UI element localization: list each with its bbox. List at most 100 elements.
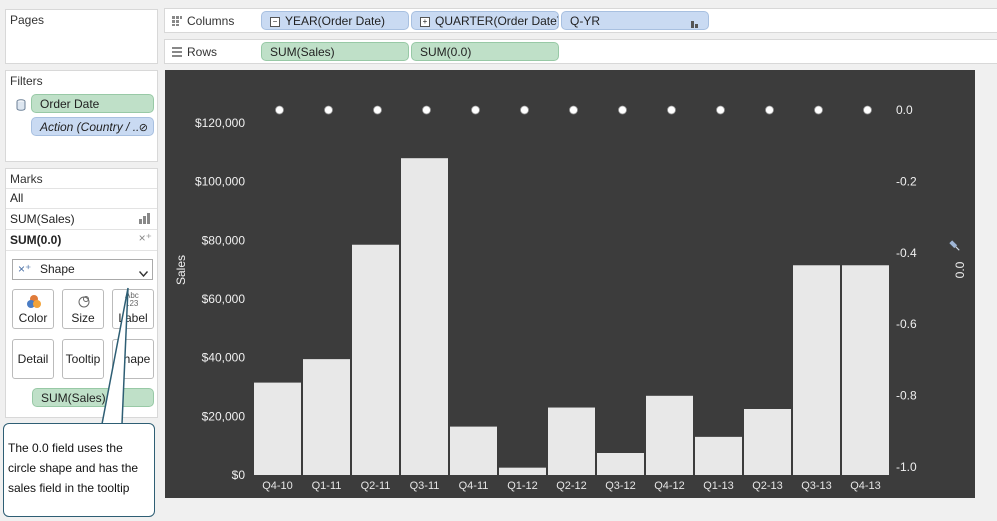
size-icon [77,294,91,311]
sort-icon [691,17,701,29]
shape-button[interactable]: Shape [112,339,154,379]
row-pill-sum-zero[interactable]: SUM(0.0) [411,42,559,61]
zero-series-point-q2-13 [765,105,774,115]
size-button-label: Size [71,311,95,325]
y-tick-label: $60,000 [202,292,246,306]
x-tick-label: Q4-12 [654,480,685,492]
detail-button[interactable]: Detail [12,339,54,379]
y2-tick-label: -0.8 [896,389,917,403]
x-tick-label: Q4-11 [459,480,489,492]
x-tick-label: Q3-13 [801,480,832,492]
column-pill-qyr[interactable]: Q-YR [561,11,709,30]
zero-series-point-q3-13 [814,105,823,115]
bar-q2-12 [548,407,595,475]
column-pill-year-label: YEAR(Order Date) [285,14,386,28]
bar-q2-13 [744,409,791,475]
y-tick-label: $100,000 [195,175,245,189]
label-button-label: Label [118,311,148,325]
column-pill-qyr-label: Q-YR [570,14,600,28]
database-icon [16,99,26,114]
marks-row-sum-zero[interactable]: SUM(0.0) ×⁺ [6,229,157,251]
callout-note: The 0.0 field uses the circle shape and … [3,423,155,517]
y-tick-label: $120,000 [195,116,245,130]
zero-series-point-q3-11 [422,105,431,115]
detail-button-label: Detail [17,352,49,366]
y2-tick-label: -0.4 [896,246,917,260]
bar-q1-12 [499,467,546,475]
link-icon: ⊘ [138,122,148,134]
marks-row-all-label: All [10,191,24,205]
collapse-icon: − [270,16,280,27]
filter-pill-action[interactable]: Action (Country / .. ⊘ [31,117,154,136]
shape-type-icon: ×⁺ [18,262,32,276]
label-icon: Abc 123 [125,291,139,308]
columns-label: Columns [187,14,235,28]
marks-row-sum-sales[interactable]: SUM(Sales) [6,208,157,229]
rows-icon [172,47,182,57]
x-tick-label: Q2-11 [361,480,391,492]
y-tick-label: $40,000 [202,351,246,365]
bar-q3-12 [597,453,644,475]
x-tick-label: Q3-12 [605,480,636,492]
tooltip-button[interactable]: Tooltip [62,339,104,379]
bar-q4-12 [646,395,693,475]
pages-panel: Pages [5,9,158,64]
row-pill-sum-sales[interactable]: SUM(Sales) [261,42,409,61]
marks-panel: Marks All SUM(Sales) SUM(0.0) ×⁺ ×⁺ Shap… [5,168,158,418]
filters-title: Filters [10,74,43,88]
x-tick-label: Q4-10 [262,480,293,492]
tooltip-button-label: Tooltip [65,352,101,366]
marks-row-all[interactable]: All [6,188,157,208]
zero-series-point-q2-11 [373,105,382,115]
color-button-label: Color [18,311,48,325]
marks-title: Marks [10,172,43,186]
filter-pill-action-label: Action (Country / .. [40,120,140,134]
zero-series-point-q1-11 [324,105,333,115]
shape-button-label: Shape [115,352,151,366]
marks-row-sum-zero-label: SUM(0.0) [10,233,62,247]
bar-q4-10 [254,382,301,475]
y2-tick-label: 0.0 [896,103,913,117]
x-tick-label: Q1-11 [312,480,342,492]
pin-icon [949,240,960,251]
size-button[interactable]: Size [62,289,104,329]
mark-type-dropdown[interactable]: ×⁺ Shape [12,259,153,280]
bar-q3-13 [793,265,840,475]
mark-type-value: Shape [40,262,75,276]
rows-shelf: Rows SUM(Sales) SUM(0.0) [164,39,997,64]
tooltip-pill-sum-sales[interactable]: SUM(Sales) [32,388,154,407]
zero-series-point-q2-12 [569,105,578,115]
bar-chart-icon [139,213,151,227]
column-pill-year[interactable]: − YEAR(Order Date) [261,11,409,30]
bar-q4-13 [842,265,889,475]
y2-tick-label: -0.6 [896,317,917,331]
chevron-down-icon [138,266,149,280]
y2-tick-label: -1.0 [896,460,917,474]
pages-title: Pages [10,13,45,27]
y-tick-label: $80,000 [202,233,246,247]
columns-icon [172,16,182,26]
bar-q3-11 [401,158,448,475]
bar-q2-11 [352,244,399,475]
label-button[interactable]: Abc 123 Label [112,289,154,329]
x-tick-label: Q3-11 [410,480,440,492]
callout-text: The 0.0 field uses the circle shape and … [8,441,139,495]
zero-series-point-q1-12 [520,105,529,115]
rows-label: Rows [187,45,218,59]
filter-pill-order-date[interactable]: Order Date [31,94,154,113]
zero-series-point-q4-10 [275,105,284,115]
x-tick-label: Q2-13 [752,480,783,492]
x-tick-label: Q2-12 [556,480,587,492]
filters-panel: Filters Order Date Action (Country / .. … [5,70,158,162]
y-tick-label: $20,000 [202,409,246,423]
column-pill-quarter[interactable]: + QUARTER(Order Date) [411,11,559,30]
y-axis-title: Sales [174,255,188,285]
bar-q1-13 [695,436,742,475]
x-tick-label: Q1-13 [703,480,734,492]
color-button[interactable]: Color [12,289,54,329]
columns-shelf: Columns − YEAR(Order Date) + QUARTER(Order… [164,8,997,33]
zero-series-point-q4-13 [863,105,872,115]
marks-row-sum-sales-label: SUM(Sales) [10,212,75,226]
expand-icon: + [420,16,430,27]
zero-series-point-q4-11 [471,105,480,115]
